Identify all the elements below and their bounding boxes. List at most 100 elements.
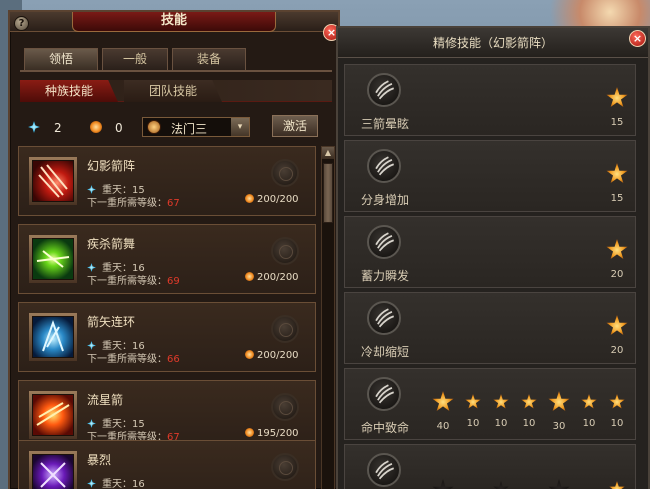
- tab-equipment[interactable]: 装备: [172, 48, 246, 70]
- tab-comprehend[interactable]: 领悟: [24, 48, 98, 70]
- skill-requirement: 下一重所需等级：66: [87, 350, 180, 365]
- refine-star[interactable]: [605, 481, 629, 489]
- req-level: 67: [167, 198, 180, 209]
- refine-skill-panel: 精修技能（幻影箭阵） × 三箭晕眩 15 分身增加 15 蓄力瞬发 20 冷却缩…: [336, 26, 650, 489]
- refine-name: 分身增加: [360, 193, 409, 207]
- cost-value: 200/200: [257, 350, 299, 361]
- skill-icon-frame: [29, 313, 77, 361]
- star-value: 30: [552, 421, 566, 432]
- subtab-race-skills[interactable]: 种族技能: [20, 80, 118, 102]
- refine-star[interactable]: [431, 479, 455, 489]
- skill-card[interactable]: 暴烈 重天：16: [18, 440, 316, 489]
- skill-name: 流星箭: [87, 393, 124, 407]
- skill-requirement: 下一重所需等级：67: [87, 194, 180, 209]
- refine-star[interactable]: 10: [461, 394, 485, 429]
- subtab-team-skills[interactable]: 团队技能: [124, 80, 222, 102]
- cost-gem-icon: [245, 272, 254, 281]
- refine-panel-title: 精修技能（幻影箭阵）: [338, 28, 648, 58]
- cost-gem-icon: [245, 194, 254, 203]
- skill-list: 幻影箭阵 重天：15 下一重所需等级：67 200/200 疾杀箭舞 重天：16…: [18, 146, 318, 489]
- skill-name: 幻影箭阵: [87, 159, 136, 173]
- scroll-up-icon[interactable]: ▲: [322, 147, 334, 159]
- skill-requirement: 下一重所需等级：69: [87, 272, 180, 287]
- claw-skill-icon: [367, 377, 401, 411]
- refine-star[interactable]: 15: [605, 163, 629, 204]
- star-value: 10: [522, 418, 536, 429]
- activate-button[interactable]: 激活: [272, 115, 318, 137]
- refine-star[interactable]: 15: [605, 87, 629, 128]
- refine-star[interactable]: 10: [605, 394, 629, 429]
- skill-cost: 200/200: [245, 272, 299, 283]
- refine-star[interactable]: [489, 481, 513, 489]
- skill-name: 箭矢连环: [87, 315, 136, 329]
- burst-icon: [32, 454, 74, 489]
- refine-star[interactable]: 20: [605, 315, 629, 356]
- refine-row[interactable]: [344, 444, 636, 489]
- layer-gem-icon: [87, 419, 96, 428]
- star-icon: [581, 394, 597, 409]
- refine-star[interactable]: 30: [547, 391, 571, 432]
- refine-star[interactable]: [547, 479, 571, 489]
- star-value: 15: [610, 193, 624, 204]
- skill-card[interactable]: 箭矢连环 重天：16 下一重所需等级：66 200/200: [18, 302, 316, 372]
- star-value: 10: [494, 418, 508, 429]
- refine-row[interactable]: 蓄力瞬发 20: [344, 216, 636, 288]
- refine-star[interactable]: 20: [605, 239, 629, 280]
- skill-slot[interactable]: [271, 159, 299, 187]
- star-value: 20: [610, 345, 624, 356]
- layer-gem-icon: [87, 185, 96, 194]
- skill-slot[interactable]: [271, 393, 299, 421]
- star-value: 10: [610, 418, 624, 429]
- skill-icon-frame: [29, 235, 77, 283]
- req-prefix: 下一重所需等级：: [87, 354, 167, 365]
- skill-cost: 200/200: [245, 350, 299, 361]
- skill-list-scrollbar[interactable]: ▲: [321, 146, 335, 489]
- skill-window: ? 技能 × 领悟 一般 装备 种族技能 团队技能 2 0 法门三 ▾ 激活 幻…: [8, 10, 340, 489]
- claw-skill-icon: [367, 225, 401, 259]
- refine-name: 冷却缩短: [360, 345, 409, 359]
- refine-star[interactable]: 40: [431, 391, 455, 432]
- skill-card[interactable]: 幻影箭阵 重天：15 下一重所需等级：67 200/200: [18, 146, 316, 216]
- skill-slot[interactable]: [271, 453, 299, 481]
- skill-slot[interactable]: [271, 315, 299, 343]
- meteor-arrow-icon: [32, 394, 74, 436]
- skill-card[interactable]: 疾杀箭舞 重天：16 下一重所需等级：69 200/200: [18, 224, 316, 294]
- layer-value: 16: [132, 479, 145, 489]
- refine-star[interactable]: 10: [577, 394, 601, 429]
- skill-name: 暴烈: [87, 453, 112, 467]
- help-button[interactable]: ?: [14, 16, 29, 31]
- tab-general[interactable]: 一般: [102, 48, 168, 70]
- orange-gem-icon: [90, 121, 102, 133]
- refine-row[interactable]: 命中致命 40 10 10 10 30 10 10: [344, 368, 636, 440]
- scroll-thumb[interactable]: [323, 163, 333, 223]
- skill-slot[interactable]: [271, 237, 299, 265]
- claw-skill-icon: [367, 453, 401, 487]
- star-value: 40: [436, 421, 450, 432]
- star-icon: [493, 394, 509, 409]
- star-icon: [606, 87, 628, 108]
- star-icon: [609, 394, 625, 409]
- title-bar[interactable]: ? 技能: [10, 12, 338, 32]
- refine-star[interactable]: 10: [489, 394, 513, 429]
- refine-row[interactable]: 三箭晕眩 15: [344, 64, 636, 136]
- req-level: 69: [167, 276, 180, 287]
- method-select-value: 法门三: [171, 122, 208, 136]
- skill-icon-frame: [29, 391, 77, 439]
- orange-points-value: 0: [115, 121, 123, 135]
- layer-gem-icon: [87, 263, 96, 272]
- method-select[interactable]: 法门三 ▾: [142, 117, 250, 137]
- layer-prefix: 重天：: [102, 479, 132, 489]
- claw-skill-icon: [367, 301, 401, 335]
- refine-row[interactable]: 分身增加 15: [344, 140, 636, 212]
- skill-cost: 200/200: [245, 194, 299, 205]
- refine-close-button[interactable]: ×: [629, 30, 646, 47]
- req-level: 66: [167, 354, 180, 365]
- star-icon: [521, 394, 537, 409]
- refine-row[interactable]: 冷却缩短 20: [344, 292, 636, 364]
- chevron-down-icon[interactable]: ▾: [231, 118, 249, 136]
- refine-star[interactable]: 10: [517, 394, 541, 429]
- skill-icon-frame: [29, 157, 77, 205]
- star-icon: [432, 479, 454, 489]
- cost-value: 200/200: [257, 272, 299, 283]
- refine-name: 三箭晕眩: [360, 117, 409, 131]
